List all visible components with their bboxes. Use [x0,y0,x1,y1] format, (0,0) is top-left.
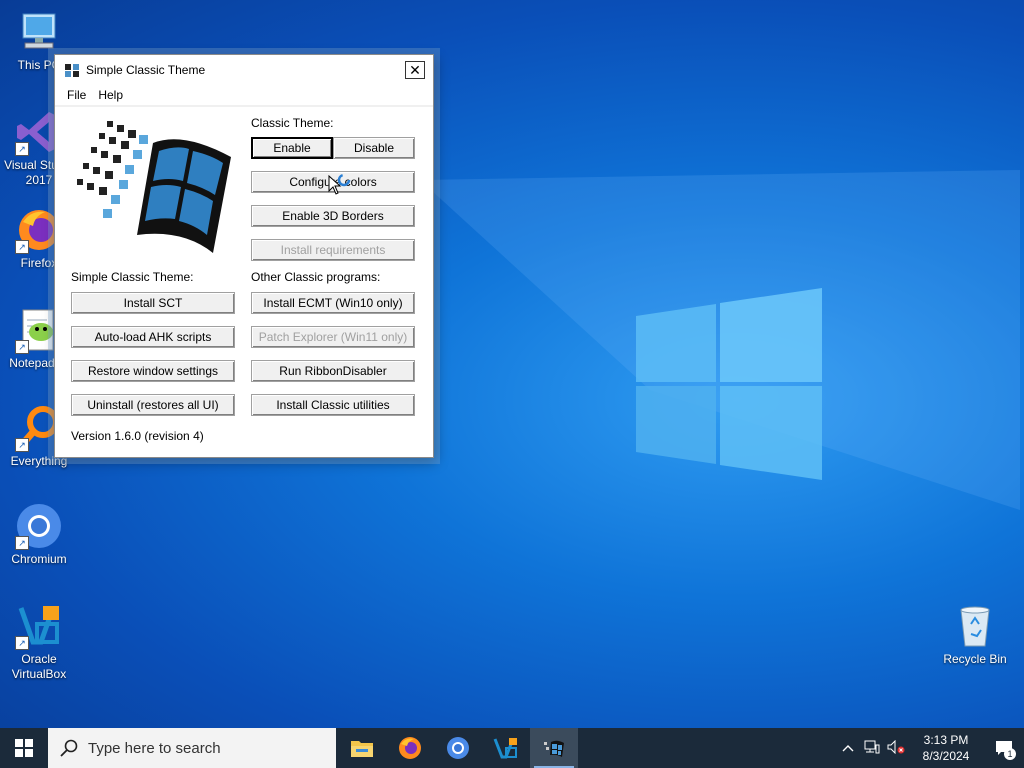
taskbar-clock[interactable]: 3:13 PM 8/3/2024 [908,732,984,764]
volume-muted-icon[interactable] [884,739,908,757]
chevron-up-icon[interactable] [836,741,860,755]
title-bar[interactable]: Simple Classic Theme ✕ [55,55,433,85]
computer-icon [15,8,63,56]
autoload-ahk-button[interactable]: Auto-load AHK scripts [71,326,235,348]
window-title: Simple Classic Theme [86,63,206,77]
desktop-icon-recycle-bin[interactable]: Recycle Bin [937,602,1013,667]
clock-date: 8/3/2024 [922,749,970,763]
menu-file[interactable]: File [61,88,92,102]
shortcut-arrow-icon: ↗ [15,636,29,650]
enable-button[interactable]: Enable [251,137,333,159]
search-icon [60,739,78,757]
virtualbox-icon: ↗ [15,602,63,650]
windows-start-icon [15,739,33,757]
chromium-icon [447,737,469,759]
install-ecmt-button[interactable]: Install ECMT (Win10 only) [251,292,415,314]
shortcut-arrow-icon: ↗ [15,340,29,354]
system-tray: 3:13 PM 8/3/2024 1 [836,728,1024,768]
menu-help[interactable]: Help [92,88,129,102]
notification-center-button[interactable]: 1 [984,728,1024,768]
uninstall-button[interactable]: Uninstall (restores all UI) [71,394,235,416]
run-ribbon-disabler-button[interactable]: Run RibbonDisabler [251,360,415,382]
chromium-icon: ↗ [15,502,63,550]
taskbar-firefox[interactable] [386,728,434,768]
window-client-area: Classic Theme: Enable Disable Configure … [55,107,433,457]
desktop-icon-label: Recycle Bin [943,652,1007,666]
close-button[interactable]: ✕ [405,61,425,79]
start-button[interactable] [0,728,48,768]
taskbar: Type here to search 3:13 PM 8/3/2024 1 [0,728,1024,768]
firefox-icon [399,737,421,759]
classic-theme-heading: Classic Theme: [251,116,334,130]
desktop-icon-virtualbox[interactable]: ↗ Oracle VirtualBox [1,602,77,682]
close-icon: ✕ [409,62,421,78]
install-classic-utilities-button[interactable]: Install Classic utilities [251,394,415,416]
recycle-bin-icon [951,602,999,650]
menu-bar: File Help [55,85,433,105]
virtualbox-icon [493,738,517,759]
shortcut-arrow-icon: ↗ [15,536,29,550]
desktop-icon-chromium[interactable]: ↗ Chromium [1,502,77,567]
restore-window-settings-button[interactable]: Restore window settings [71,360,235,382]
enable-3d-borders-button[interactable]: Enable 3D Borders [251,205,415,227]
desktop-icon-label: Chromium [11,552,67,566]
wallpaper-windows-logo [636,288,822,480]
taskbar-search-box[interactable]: Type here to search [48,728,336,768]
search-placeholder: Type here to search [88,739,221,757]
simple-classic-theme-heading: Simple Classic Theme: [71,270,194,284]
taskbar-simple-classic-theme[interactable] [530,728,578,768]
taskbar-file-explorer[interactable] [338,728,386,768]
simple-classic-theme-icon [544,740,564,757]
disable-button[interactable]: Disable [333,137,415,159]
busy-cursor-icon [328,174,351,195]
taskbar-virtualbox[interactable] [482,728,530,768]
shortcut-arrow-icon: ↗ [15,438,29,452]
shortcut-arrow-icon: ↗ [15,142,29,156]
desktop-icon-label: Oracle VirtualBox [11,652,67,681]
other-programs-heading: Other Classic programs: [251,270,381,284]
shortcut-arrow-icon: ↗ [15,240,29,254]
app-icon [65,64,79,77]
install-requirements-button[interactable]: Install requirements [251,239,415,261]
network-icon[interactable] [860,740,884,757]
file-explorer-icon [351,741,373,757]
install-sct-button[interactable]: Install SCT [71,292,235,314]
clock-time: 3:13 PM [923,733,969,747]
version-label: Version 1.6.0 (revision 4) [71,429,204,443]
notification-count-badge: 1 [1004,748,1016,760]
classic-windows-logo [77,121,231,253]
simple-classic-theme-window: Simple Classic Theme ✕ File Help Classic… [54,54,434,458]
patch-explorer-button[interactable]: Patch Explorer (Win11 only) [251,326,415,348]
taskbar-chromium[interactable] [434,728,482,768]
